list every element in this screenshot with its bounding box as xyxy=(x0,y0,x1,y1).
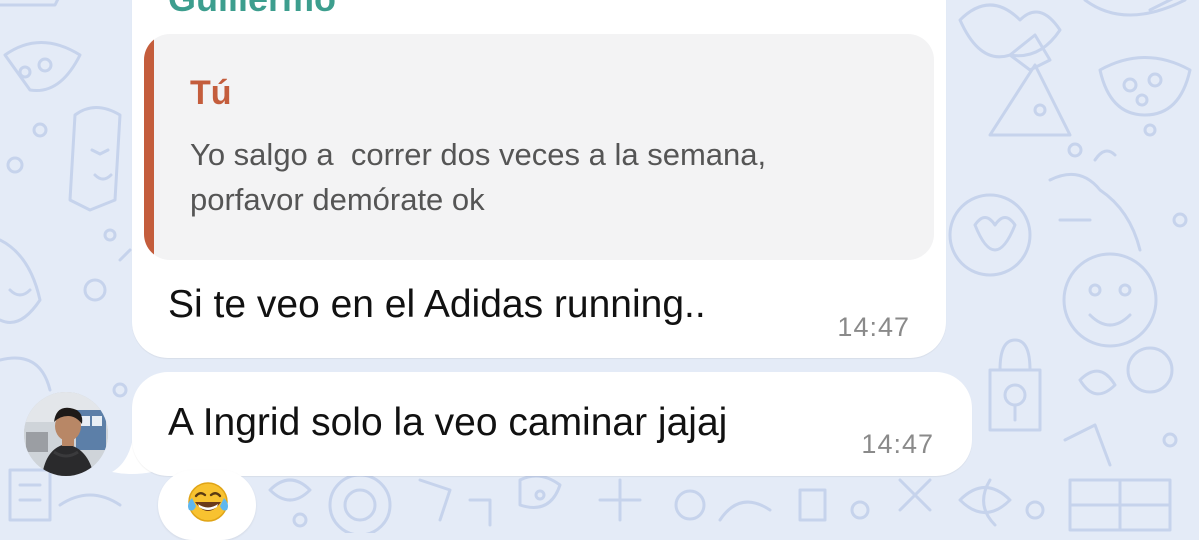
avatar-photo xyxy=(24,392,108,476)
quoted-text: Yo salgo a correr dos veces a la semana,… xyxy=(190,137,767,217)
message-text: Si te veo en el Adidas running.. xyxy=(168,283,706,326)
message-bubble[interactable]: Guillermo Tú Yo salgo a correr dos veces… xyxy=(132,0,946,358)
message-bubble[interactable]: A Ingrid solo la veo caminar jajaj 14:47 xyxy=(132,372,972,476)
quote-accent-bar xyxy=(144,34,154,260)
message-reaction[interactable] xyxy=(158,470,256,540)
sender-avatar[interactable] xyxy=(24,392,108,476)
message-text: A Ingrid solo la veo caminar jajaj xyxy=(168,401,728,444)
quoted-author: Tú xyxy=(190,74,232,112)
sender-name: Guillermo xyxy=(168,0,336,20)
face-with-tears-of-joy-icon xyxy=(188,482,228,522)
message-timestamp: 14:47 xyxy=(861,429,934,459)
message-timestamp: 14:47 xyxy=(837,312,910,342)
quoted-reply[interactable]: Tú Yo salgo a correr dos veces a la sema… xyxy=(144,34,934,260)
